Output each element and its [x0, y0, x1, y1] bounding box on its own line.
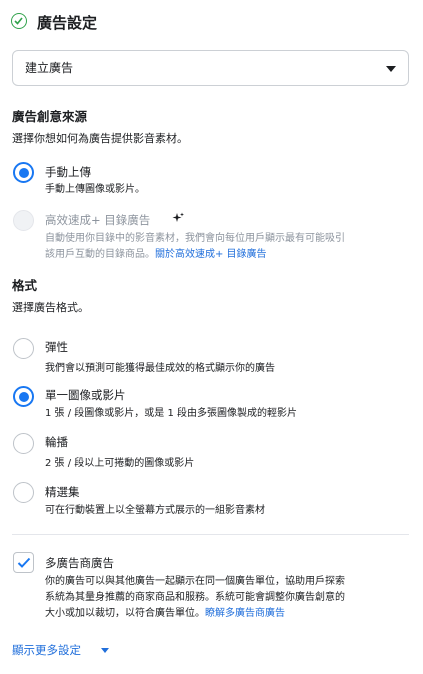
multi-advertiser-label[interactable]: 多廣告商廣告: [45, 555, 114, 571]
option-label-single-media[interactable]: 單一圖像或影片: [45, 387, 126, 403]
page-title: 廣告設定: [37, 14, 98, 32]
option-desc-carousel: 2 張 / 段以上可捲動的圖像或影片: [45, 458, 195, 469]
multi-advertiser-checkbox[interactable]: [13, 552, 34, 573]
multi-advertiser-desc-line3-text: 大小或加以裁切，以符合廣告單位。: [45, 608, 205, 619]
option-desc-advantage-catalog-line2-text: 該用戶互動的目錄商品。: [45, 249, 155, 260]
multi-advertiser-desc-line2: 系統為其量身推薦的商家商品和服務。系統可能會調整你廣告創意的: [45, 592, 345, 603]
objective-dropdown[interactable]: 建立廣告: [12, 50, 409, 86]
radio-format-collection[interactable]: [13, 482, 34, 503]
option-desc-flexible: 我們會以預測可能獲得最佳成效的格式顯示你的廣告: [45, 363, 275, 374]
multi-advertiser-desc-line3: 大小或加以裁切，以符合廣告單位。瞭解多廣告商廣告: [45, 606, 285, 621]
multi-advertiser-learn-more-link[interactable]: 瞭解多廣告商廣告: [205, 608, 285, 619]
option-desc-manual-upload: 手動上傳圖像或影片。: [45, 184, 145, 195]
option-label-manual-upload[interactable]: 手動上傳: [45, 164, 91, 180]
radio-manual-upload[interactable]: [13, 162, 34, 183]
option-desc-single-media: 1 張 / 段圖像或影片，或是 1 段由多張圖像製成的輕影片: [45, 408, 297, 419]
creative-source-heading: 廣告創意來源: [12, 109, 88, 124]
option-desc-collection: 可在行動裝置上以全螢幕方式展示的一組影音素材: [45, 505, 265, 516]
radio-advantage-catalog[interactable]: [13, 210, 34, 231]
caret-down-icon: [386, 66, 396, 72]
advantage-catalog-learn-more-link[interactable]: 關於高效速成+ 目錄廣告: [155, 249, 267, 260]
radio-format-carousel[interactable]: [13, 433, 34, 454]
format-subtitle: 選擇廣告格式。: [12, 301, 89, 314]
radio-format-flexible[interactable]: [13, 338, 34, 359]
sparkle-icon: [172, 212, 184, 222]
objective-dropdown-value: 建立廣告: [25, 61, 74, 75]
multi-advertiser-desc-line1: 你的廣告可以與其他廣告一起顯示在同一個廣告單位，協助用戶探索: [45, 576, 345, 587]
radio-format-single-media[interactable]: [13, 386, 34, 407]
format-heading: 格式: [12, 278, 38, 293]
option-desc-advantage-catalog-line2: 該用戶互動的目錄商品。關於高效速成+ 目錄廣告: [45, 247, 267, 262]
option-label-carousel[interactable]: 輪播: [45, 434, 68, 450]
check-circle-icon: [11, 13, 27, 29]
creative-source-subtitle: 選擇你想如何為廣告提供影音素材。: [12, 132, 188, 145]
option-label-advantage-catalog: 高效速成+ 目錄廣告: [45, 213, 151, 227]
show-more-settings-link[interactable]: 顯示更多設定: [12, 642, 81, 658]
option-label-collection[interactable]: 精選集: [45, 484, 80, 500]
chevron-down-icon[interactable]: [101, 648, 109, 653]
section-divider: [12, 534, 409, 535]
checkmark-icon: [17, 557, 31, 568]
option-label-flexible[interactable]: 彈性: [45, 339, 68, 355]
option-desc-advantage-catalog-line1: 自動使用你目錄中的影音素材，我們會向每位用戶顯示最有可能吸引: [45, 233, 345, 244]
